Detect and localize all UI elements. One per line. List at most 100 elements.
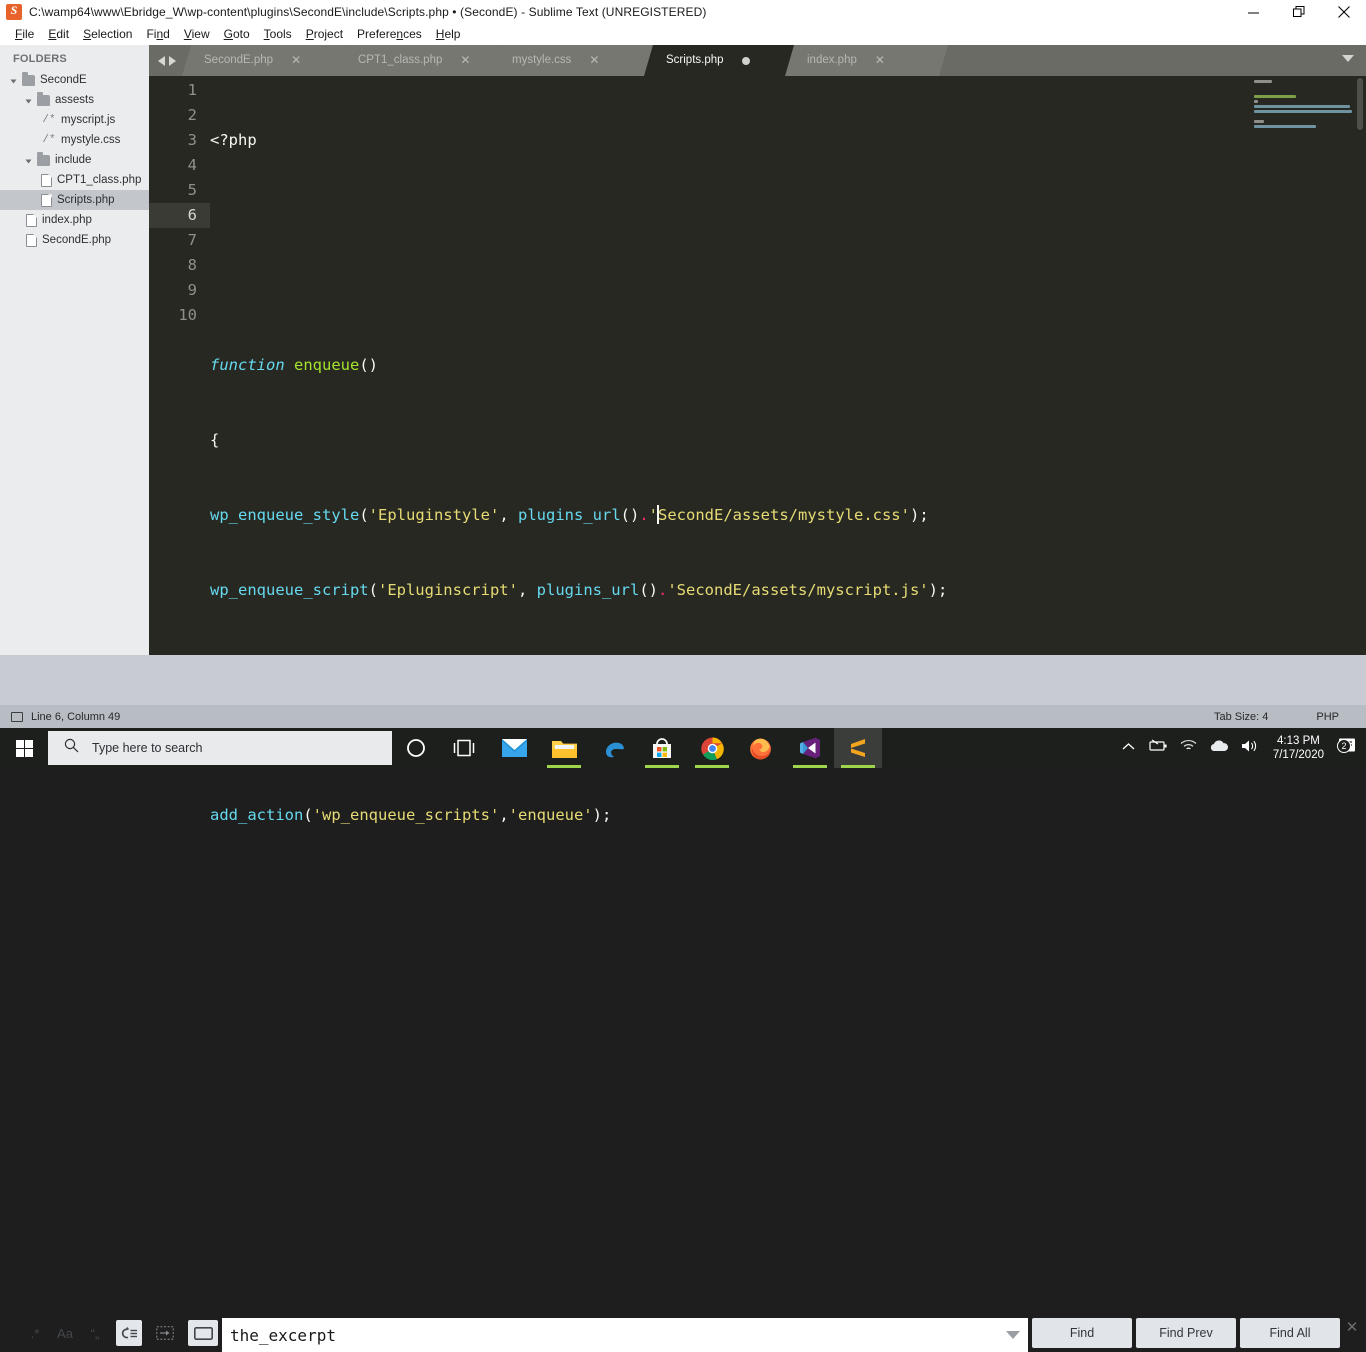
start-button[interactable] — [0, 728, 48, 768]
menu-item-view[interactable]: View — [177, 24, 217, 45]
minimap-viewport[interactable] — [1357, 78, 1363, 130]
find-history-chevron-down-icon[interactable] — [1006, 1331, 1020, 1339]
close-find-bar-icon[interactable]: ✕ — [1344, 1319, 1360, 1336]
tab-close-icon[interactable]: ✕ — [291, 45, 301, 76]
search-placeholder: Type here to search — [92, 741, 203, 755]
tab-label: mystyle.css — [512, 54, 572, 66]
in-selection-toggle[interactable] — [152, 1320, 178, 1346]
code-line-4: function enqueue() — [210, 356, 378, 374]
find-button[interactable]: Find — [1032, 1318, 1132, 1348]
tree-item-index-php[interactable]: index.php — [0, 210, 149, 230]
close-button[interactable] — [1321, 0, 1366, 24]
sublime-text-taskbar-icon[interactable] — [834, 728, 882, 768]
code-editor[interactable]: 1 2 3 4 5 6 7 8 9 10 <?php function enqueue() { w… — [149, 76, 1366, 824]
notification-count-badge: 2 — [1337, 739, 1351, 753]
menu-item-selection[interactable]: Selection — [76, 24, 139, 45]
code-file-icon: /* — [42, 134, 56, 146]
find-bar: .* Aa “„ the_excerpt Find Find Prev Find… — [0, 655, 1366, 1352]
disclosure-triangle-icon[interactable] — [11, 76, 20, 85]
folder-icon — [37, 151, 50, 166]
cursor-position: Line 6, Column 49 — [31, 710, 121, 723]
status-bar-right: Tab Size: 4 PHP — [1214, 705, 1366, 728]
line-number-gutter: 1 2 3 4 5 6 7 8 9 10 — [149, 76, 210, 705]
tree-item-seconde-php[interactable]: SecondE.php — [0, 230, 149, 250]
find-all-button[interactable]: Find All — [1240, 1318, 1340, 1348]
microsoft-store-icon[interactable] — [638, 728, 686, 768]
tab-cpt1-class-php[interactable]: CPT1_class.php ✕ — [336, 45, 499, 76]
tab-overflow-chevron-down-icon[interactable] — [1342, 55, 1354, 62]
restore-button[interactable] — [1276, 0, 1321, 24]
folder-tree: SecondE assests /* myscript.js /* mystyle.css… — [0, 70, 149, 250]
taskbar-search-input[interactable]: Type here to search — [48, 731, 392, 765]
firefox-icon[interactable] — [736, 728, 784, 768]
menu-item-edit[interactable]: Edit — [41, 24, 76, 45]
regex-toggle[interactable]: .* — [22, 1320, 48, 1346]
chrome-icon[interactable] — [688, 728, 736, 768]
tab-close-icon[interactable]: ✕ — [589, 45, 599, 76]
tree-item-cpt1-class-php[interactable]: CPT1_class.php — [0, 170, 149, 190]
tab-scripts-php[interactable]: Scripts.php — [644, 45, 794, 76]
minimize-button[interactable] — [1231, 0, 1276, 24]
find-input-value: the_excerpt — [230, 1325, 336, 1345]
edge-icon[interactable] — [590, 728, 638, 768]
menu-item-tools[interactable]: Tools — [257, 24, 299, 45]
sublime-text-icon — [6, 3, 22, 20]
disclosure-triangle-icon[interactable] — [26, 156, 35, 165]
tab-size-label[interactable]: Tab Size: 4 — [1214, 711, 1268, 723]
tab-mystyle-css[interactable]: mystyle.css ✕ — [490, 45, 653, 76]
tree-item-myscript-js[interactable]: /* myscript.js — [0, 110, 149, 130]
menu-item-preferences[interactable]: Preferences — [350, 24, 429, 45]
volume-icon[interactable] — [1241, 739, 1259, 758]
find-prev-button[interactable]: Find Prev — [1136, 1318, 1236, 1348]
disclosure-triangle-icon[interactable] — [26, 96, 35, 105]
tree-item-assests[interactable]: assests — [0, 90, 149, 110]
code-line-1: <?php — [210, 131, 257, 149]
task-view-icon[interactable] — [440, 728, 488, 768]
code-file-icon: /* — [42, 114, 56, 126]
tree-item-label: assests — [55, 94, 94, 106]
minimap[interactable] — [1246, 76, 1366, 705]
case-sensitive-toggle[interactable]: Aa — [52, 1320, 78, 1346]
battery-icon[interactable] — [1149, 739, 1168, 757]
menu-item-find[interactable]: Find — [139, 24, 176, 45]
file-explorer-icon[interactable] — [540, 728, 588, 768]
highlight-results-toggle[interactable] — [188, 1320, 218, 1346]
mail-icon[interactable] — [490, 728, 538, 768]
menu-item-goto[interactable]: Goto — [217, 24, 257, 45]
wrap-toggle[interactable] — [116, 1320, 142, 1346]
tree-item-seconde[interactable]: SecondE — [0, 70, 149, 90]
tab-close-icon[interactable]: ✕ — [875, 45, 885, 76]
tree-item-label: mystyle.css — [61, 134, 121, 146]
tab-seconde-php[interactable]: SecondE.php ✕ — [182, 45, 345, 76]
show-hidden-icons-chevron-up-icon[interactable] — [1122, 739, 1135, 757]
tree-item-label: include — [55, 154, 92, 166]
tab-label: Scripts.php — [666, 54, 724, 66]
onedrive-icon[interactable] — [1209, 739, 1229, 757]
sidebar: FOLDERS SecondE assests /* myscript.js /* mys… — [0, 45, 149, 705]
tab-close-icon[interactable]: ✕ — [460, 45, 470, 76]
visual-studio-icon[interactable] — [786, 728, 834, 768]
find-input[interactable]: the_excerpt — [222, 1318, 1028, 1352]
menu-item-help[interactable]: Help — [429, 24, 468, 45]
wifi-icon[interactable] — [1180, 739, 1197, 757]
tree-item-label: SecondE — [40, 74, 87, 86]
tree-item-include[interactable]: include — [0, 150, 149, 170]
menu-item-file[interactable]: File — [8, 24, 41, 45]
tree-item-scripts-php[interactable]: Scripts.php — [0, 190, 149, 210]
tree-item-mystyle-css[interactable]: /* mystyle.css — [0, 130, 149, 150]
tab-index-php[interactable]: index.php ✕ — [785, 45, 948, 76]
clock[interactable]: 4:13 PM 7/17/2020 — [1273, 734, 1324, 762]
search-icon — [64, 738, 79, 758]
syntax-label[interactable]: PHP — [1316, 711, 1339, 723]
file-icon — [41, 173, 52, 187]
tree-item-label: SecondE.php — [42, 234, 112, 246]
whole-word-toggle[interactable]: “„ — [82, 1320, 108, 1346]
tree-item-label: myscript.js — [61, 114, 116, 126]
menu-item-project[interactable]: Project — [299, 24, 350, 45]
action-center-icon[interactable]: 2 — [1337, 737, 1357, 759]
cortana-icon[interactable] — [392, 728, 440, 768]
file-icon — [41, 193, 52, 207]
system-tray: 4:13 PM 7/17/2020 2 — [1122, 728, 1366, 768]
sidebar-toggle-icon[interactable] — [11, 711, 23, 722]
tab-scroll-arrows-icon[interactable] — [154, 53, 180, 69]
